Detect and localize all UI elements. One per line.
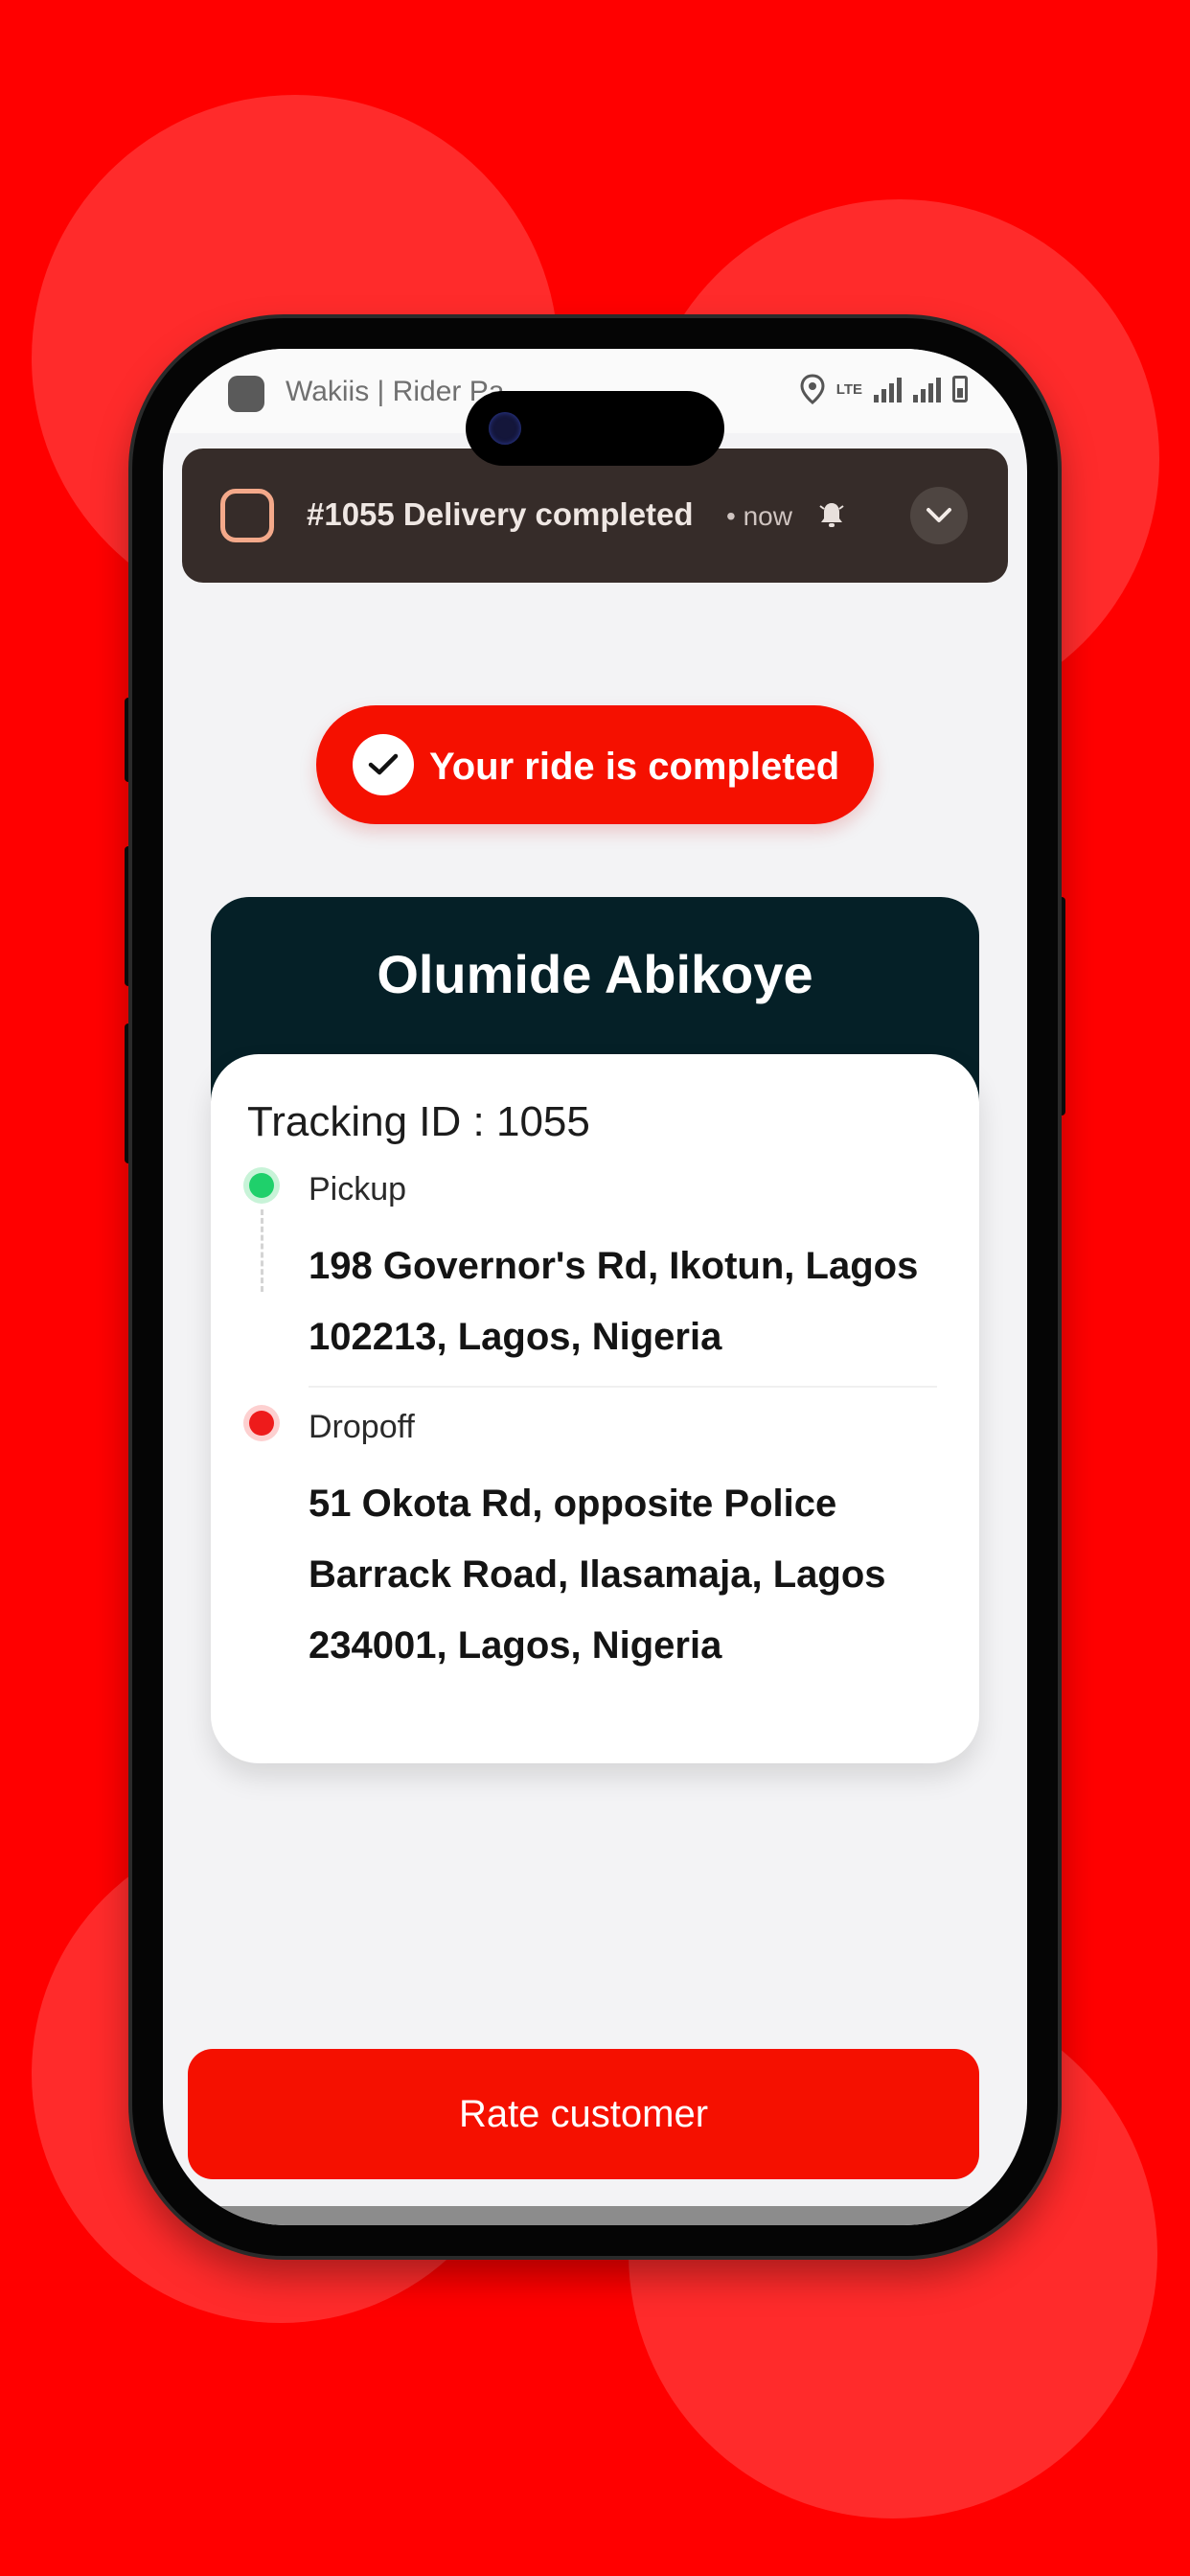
divider — [309, 1386, 937, 1388]
front-camera — [489, 412, 521, 445]
notification-time: • now — [726, 501, 792, 531]
customer-name: Olumide Abikoye — [377, 944, 813, 1004]
app-ring-icon — [220, 489, 274, 542]
check-icon — [353, 734, 414, 795]
pickup-marker-icon — [249, 1173, 274, 1198]
ride-completed-badge: Your ride is completed — [316, 705, 874, 824]
ride-completed-label: Your ride is completed — [429, 746, 840, 788]
dropoff-marker-icon — [249, 1411, 274, 1436]
rate-customer-button[interactable]: Rate customer — [188, 2049, 979, 2179]
dynamic-island — [466, 391, 724, 466]
tracking-id: Tracking ID : 1055 — [247, 1098, 590, 1145]
delivery-card: Tracking ID : 1055 Pickup 198 Governor's… — [211, 1054, 979, 1763]
phone-screen: Wakiis | Rider Pa LTE #1055 Delivery com… — [163, 349, 1027, 2225]
pickup-address: 198 Governor's Rd, Ikotun, Lagos 102213,… — [309, 1245, 919, 1358]
signal-icon — [874, 376, 902, 402]
chevron-down-icon — [927, 508, 951, 522]
dropoff-address: 51 Okota Rd, opposite Police Barrack Roa… — [309, 1483, 886, 1667]
expand-notification-button[interactable] — [910, 487, 968, 544]
app-icon — [228, 376, 264, 412]
network-type: LTE — [835, 380, 862, 398]
notification-title: #1055 Delivery completed — [307, 496, 694, 532]
notification-banner[interactable]: #1055 Delivery completed • now — [182, 448, 1008, 583]
status-icons: LTE — [800, 374, 968, 404]
dropoff-label: Dropoff — [309, 1409, 415, 1445]
home-indicator-bar — [163, 2206, 1027, 2225]
route-line — [261, 1209, 263, 1292]
signal-icon — [913, 376, 941, 402]
location-icon — [800, 374, 825, 404]
battery-icon — [952, 376, 968, 402]
bell-icon — [819, 503, 844, 527]
pickup-label: Pickup — [309, 1171, 407, 1208]
